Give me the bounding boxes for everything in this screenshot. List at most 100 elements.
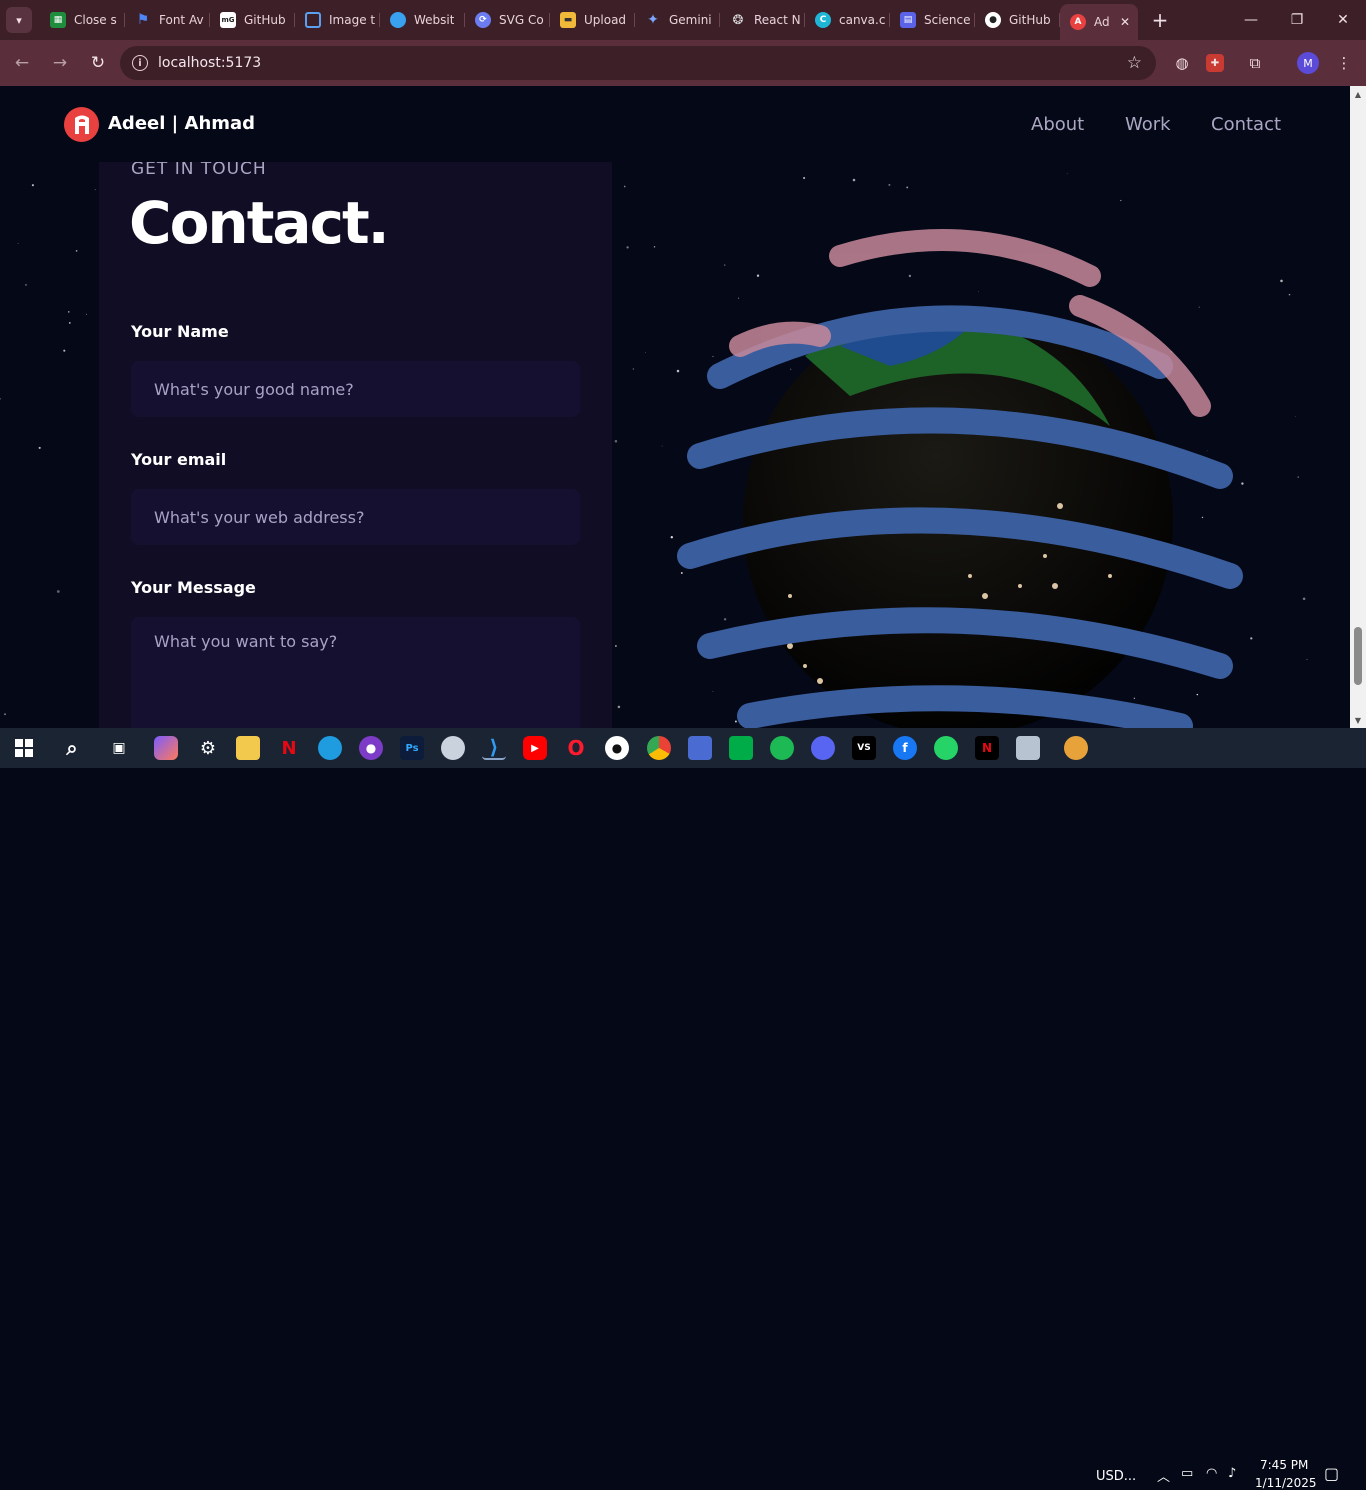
star <box>1120 199 1122 202</box>
site-navbar: Adeel | Ahmad About Work Contact <box>0 86 1350 162</box>
netflix-app-icon[interactable]: N <box>975 736 999 760</box>
copilot-icon[interactable] <box>154 736 178 760</box>
browser-tab[interactable]: ▦ Close s <box>40 4 125 36</box>
message-textarea[interactable] <box>131 617 580 728</box>
spotify-icon[interactable] <box>770 736 794 760</box>
app-icon[interactable] <box>441 736 465 760</box>
minimize-icon[interactable]: — <box>1228 0 1274 40</box>
reload-icon[interactable]: ↻ <box>80 45 116 81</box>
edge-icon[interactable] <box>318 736 342 760</box>
browser-tab[interactable]: ⟳ SVG Co <box>465 4 550 36</box>
site-info-icon[interactable]: i <box>132 55 148 71</box>
close-window-icon[interactable]: ✕ <box>1320 0 1366 40</box>
teams-icon[interactable] <box>688 736 712 760</box>
nav-link-work[interactable]: Work <box>1125 114 1171 135</box>
forward-icon[interactable]: → <box>42 45 78 81</box>
whatsapp-icon[interactable] <box>934 736 958 760</box>
chrome-icon[interactable] <box>647 736 671 760</box>
netflix-icon[interactable]: N <box>277 736 301 760</box>
file-explorer-icon[interactable] <box>236 736 260 760</box>
youtube-icon[interactable]: ▶ <box>523 736 547 760</box>
bookmark-star-icon[interactable]: ☆ <box>1127 53 1142 73</box>
profile-avatar[interactable]: M <box>1297 52 1319 74</box>
search-icon[interactable]: ⌕ <box>60 736 84 760</box>
back-icon[interactable]: ← <box>4 45 40 81</box>
weather-text[interactable]: USD... <box>1096 1469 1136 1484</box>
star <box>17 243 19 244</box>
extensions-puzzle-icon[interactable]: ⧉ <box>1243 51 1267 75</box>
new-tab-button[interactable]: + <box>1146 6 1174 34</box>
star <box>1294 415 1296 417</box>
browser-tab[interactable]: ● GitHub <box>975 4 1060 36</box>
browser-tab[interactable]: Websit <box>380 4 465 36</box>
restore-icon[interactable]: ❐ <box>1274 0 1320 40</box>
opera-icon[interactable]: O <box>564 736 588 760</box>
nav-link-about[interactable]: About <box>1031 114 1084 135</box>
star <box>25 283 27 286</box>
browser-tab-active[interactable]: A Ad ✕ <box>1060 4 1138 40</box>
github-taskbar-icon[interactable]: ● <box>605 736 629 760</box>
close-tab-icon[interactable]: ✕ <box>1120 15 1130 29</box>
site-logo-icon[interactable] <box>64 107 99 142</box>
tab-title: React N <box>754 13 801 27</box>
photoshop-icon[interactable]: Ps <box>400 736 424 760</box>
volume-icon[interactable]: ♪ <box>1228 1466 1236 1481</box>
github-icon: ● <box>985 12 1001 28</box>
email-input[interactable] <box>131 489 580 545</box>
tab-title: canva.c <box>839 13 886 27</box>
translate-globe-icon[interactable]: ◍ <box>1170 51 1194 75</box>
settings-icon[interactable]: ⚙ <box>196 736 220 760</box>
name-input[interactable] <box>131 361 580 417</box>
site-icon: A <box>1070 14 1086 30</box>
github-desktop-icon[interactable]: ● <box>359 736 383 760</box>
battery-icon[interactable]: ▭ <box>1181 1466 1193 1481</box>
star <box>803 176 806 180</box>
scroll-down-icon[interactable]: ▼ <box>1350 712 1366 728</box>
wifi-icon[interactable]: ◠ <box>1206 1466 1217 1481</box>
url-text[interactable]: localhost:5173 <box>158 55 261 71</box>
meet-icon[interactable] <box>729 736 753 760</box>
nav-link-contact[interactable]: Contact <box>1211 114 1281 135</box>
tab-title: Ad <box>1094 15 1110 29</box>
svg-icon: ⟳ <box>475 12 491 28</box>
vscode-icon[interactable]: ⟩ <box>482 735 506 760</box>
star <box>614 645 617 647</box>
weather-icon[interactable] <box>1064 736 1088 760</box>
vs-icon[interactable]: VS <box>852 736 876 760</box>
tab-search-dropdown-icon[interactable]: ▾ <box>6 7 32 33</box>
tray-chevron-icon[interactable]: ︿ <box>1157 1466 1170 1485</box>
scrollbar-thumb[interactable] <box>1354 627 1362 685</box>
display-icon[interactable] <box>1016 736 1040 760</box>
browser-tab[interactable]: Ccanva.c <box>805 4 890 36</box>
discord-icon[interactable] <box>811 736 835 760</box>
globe-icon <box>390 12 406 28</box>
windows-start-icon[interactable] <box>12 736 36 760</box>
page-scrollbar[interactable]: ▲ ▼ <box>1350 86 1366 728</box>
gemini-icon: ✦ <box>647 12 659 28</box>
browser-tab[interactable]: ❂ React N <box>720 4 805 36</box>
tab-title: Font Av <box>159 13 204 27</box>
facebook-icon[interactable]: f <box>893 736 917 760</box>
browser-tab[interactable]: ▬ Upload <box>550 4 635 36</box>
name-label: Your Name <box>131 322 229 341</box>
star <box>56 590 60 593</box>
star <box>852 178 856 182</box>
section-subtitle: GET IN TOUCH <box>131 159 267 179</box>
browser-tab[interactable]: ▤ Science <box>890 4 975 36</box>
browser-tab[interactable]: ⚑ Font Av <box>125 4 210 36</box>
browser-tab[interactable]: mG GitHub <box>210 4 295 36</box>
clock-date[interactable]: 1/11/2025 <box>1255 1476 1317 1490</box>
browser-tab[interactable]: ✦ Gemini <box>635 4 720 36</box>
star <box>38 446 41 449</box>
scroll-up-icon[interactable]: ▲ <box>1350 86 1366 102</box>
notifications-icon[interactable]: ▢ <box>1324 1464 1339 1483</box>
address-bar[interactable]: i localhost:5173 ☆ <box>120 46 1156 80</box>
browser-tab[interactable]: Image t <box>295 4 380 36</box>
clock-time[interactable]: 7:45 PM <box>1260 1458 1308 1472</box>
extension-red-icon[interactable]: ✚ <box>1206 54 1224 72</box>
menu-kebab-icon[interactable]: ⋮ <box>1332 51 1356 75</box>
star <box>1302 597 1306 601</box>
tab-title: Gemini <box>669 13 712 27</box>
task-view-icon[interactable]: ▣ <box>107 736 131 760</box>
brand-name[interactable]: Adeel | Ahmad <box>108 113 255 134</box>
